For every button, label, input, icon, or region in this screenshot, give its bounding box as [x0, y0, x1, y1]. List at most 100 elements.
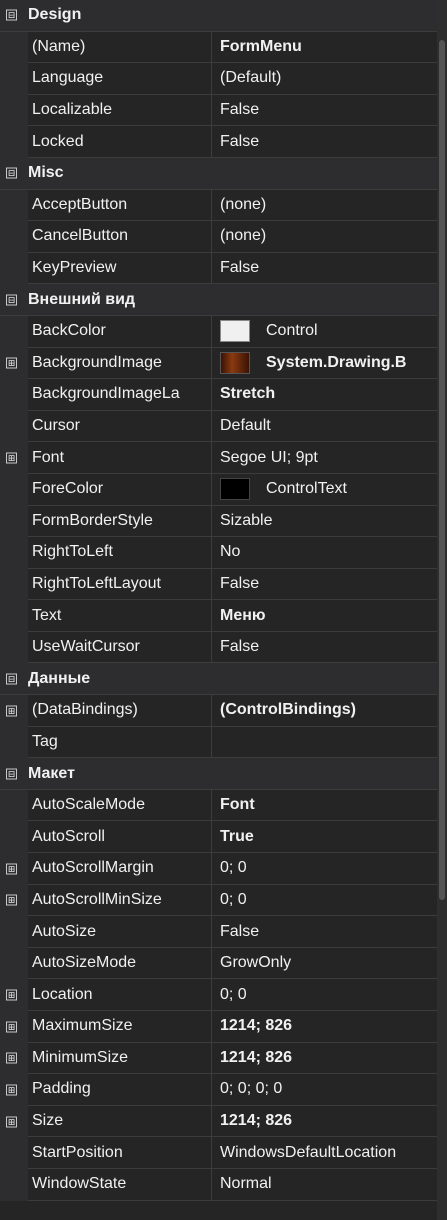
- property-name[interactable]: AutoScrollMinSize: [28, 884, 212, 917]
- property-name[interactable]: UseWaitCursor: [28, 631, 212, 664]
- property-name[interactable]: AutoSizeMode: [28, 947, 212, 980]
- property-row-language[interactable]: Language (Default): [0, 63, 437, 95]
- expand-icon[interactable]: ⊞: [6, 989, 17, 1001]
- property-row-size[interactable]: ⊞ Size 1214; 826: [0, 1105, 437, 1138]
- property-value[interactable]: WindowsDefaultLocation: [212, 1137, 437, 1169]
- property-row-tag[interactable]: Tag: [0, 726, 437, 759]
- property-name[interactable]: AutoScroll: [28, 821, 212, 854]
- property-row-name[interactable]: (Name) FormMenu: [0, 31, 437, 64]
- property-row-autoscrollmargin[interactable]: ⊞ AutoScrollMargin 0; 0: [0, 853, 437, 885]
- property-value[interactable]: (none): [212, 189, 437, 222]
- property-value[interactable]: ControlText: [212, 473, 437, 506]
- property-name[interactable]: RightToLeft: [28, 537, 212, 569]
- property-row-cancelbutton[interactable]: CancelButton (none): [0, 221, 437, 253]
- property-value[interactable]: False: [212, 252, 437, 285]
- property-value[interactable]: Default: [212, 410, 437, 443]
- property-name[interactable]: Language: [28, 63, 212, 95]
- property-row-startposition[interactable]: StartPosition WindowsDefaultLocation: [0, 1137, 437, 1169]
- expand-icon[interactable]: ⊞: [6, 357, 17, 369]
- property-row-cursor[interactable]: Cursor Default: [0, 410, 437, 443]
- property-value[interactable]: GrowOnly: [212, 947, 437, 980]
- property-row-minimumsize[interactable]: ⊞ MinimumSize 1214; 826: [0, 1042, 437, 1075]
- expand-icon[interactable]: ⊞: [6, 1084, 17, 1096]
- property-value[interactable]: False: [212, 94, 437, 127]
- scrollbar-thumb[interactable]: [439, 40, 445, 900]
- collapse-icon[interactable]: ⊟: [6, 9, 17, 21]
- expand-icon[interactable]: ⊞: [6, 894, 17, 906]
- property-row-forecolor[interactable]: ForeColor ControlText: [0, 473, 437, 506]
- property-value[interactable]: 1214; 826: [212, 1105, 437, 1138]
- property-value[interactable]: False: [212, 631, 437, 664]
- property-name[interactable]: Tag: [28, 726, 212, 759]
- property-name[interactable]: FormBorderStyle: [28, 505, 212, 538]
- property-row-usewaitcursor[interactable]: UseWaitCursor False: [0, 631, 437, 664]
- property-row-localizable[interactable]: Localizable False: [0, 94, 437, 127]
- property-row-righttoleftlayout[interactable]: RightToLeftLayout False: [0, 568, 437, 601]
- property-row-backgroundimagela[interactable]: BackgroundImageLa Stretch: [0, 379, 437, 411]
- collapse-icon[interactable]: ⊟: [6, 294, 17, 306]
- vertical-scrollbar[interactable]: [437, 0, 447, 1220]
- property-row-windowstate[interactable]: WindowState Normal: [0, 1168, 437, 1201]
- property-name[interactable]: BackColor: [28, 315, 212, 348]
- property-name[interactable]: Location: [28, 979, 212, 1011]
- category-header-макет[interactable]: ⊟ Макет: [0, 758, 437, 790]
- property-value[interactable]: Меню: [212, 600, 437, 632]
- property-name[interactable]: Locked: [28, 126, 212, 158]
- property-row-font[interactable]: ⊞ Font Segoe UI; 9pt: [0, 442, 437, 474]
- property-row-righttoleft[interactable]: RightToLeft No: [0, 537, 437, 569]
- property-name[interactable]: Padding: [28, 1074, 212, 1106]
- property-name[interactable]: Size: [28, 1105, 212, 1138]
- property-row-maximumsize[interactable]: ⊞ MaximumSize 1214; 826: [0, 1011, 437, 1043]
- property-value[interactable]: 1214; 826: [212, 1011, 437, 1043]
- property-value[interactable]: Sizable: [212, 505, 437, 538]
- property-name[interactable]: StartPosition: [28, 1137, 212, 1169]
- property-name[interactable]: BackgroundImage: [28, 347, 212, 380]
- property-value[interactable]: 0; 0; 0; 0: [212, 1074, 437, 1106]
- property-name[interactable]: (DataBindings): [28, 695, 212, 727]
- property-row-autosize[interactable]: AutoSize False: [0, 916, 437, 948]
- expand-icon[interactable]: ⊞: [6, 452, 17, 464]
- property-name[interactable]: Cursor: [28, 410, 212, 443]
- property-value[interactable]: 1214; 826: [212, 1042, 437, 1075]
- property-row-padding[interactable]: ⊞ Padding 0; 0; 0; 0: [0, 1074, 437, 1106]
- property-name[interactable]: BackgroundImageLa: [28, 379, 212, 411]
- property-name[interactable]: AutoScrollMargin: [28, 853, 212, 885]
- property-name[interactable]: Localizable: [28, 94, 212, 127]
- property-value[interactable]: 0; 0: [212, 884, 437, 917]
- expand-icon[interactable]: ⊞: [6, 1021, 17, 1033]
- property-value[interactable]: False: [212, 126, 437, 158]
- property-name[interactable]: AutoScaleMode: [28, 789, 212, 822]
- property-value[interactable]: 0; 0: [212, 979, 437, 1011]
- property-row-location[interactable]: ⊞ Location 0; 0: [0, 979, 437, 1011]
- property-row-acceptbutton[interactable]: AcceptButton (none): [0, 189, 437, 222]
- property-row-autoscalemode[interactable]: AutoScaleMode Font: [0, 789, 437, 822]
- category-header-внешний-вид[interactable]: ⊟ Внешний вид: [0, 284, 437, 316]
- property-value[interactable]: (none): [212, 221, 437, 253]
- property-row-autosizemode[interactable]: AutoSizeMode GrowOnly: [0, 947, 437, 980]
- property-name[interactable]: MaximumSize: [28, 1011, 212, 1043]
- property-value[interactable]: Stretch: [212, 379, 437, 411]
- property-row-backcolor[interactable]: BackColor Control: [0, 315, 437, 348]
- property-value[interactable]: System.Drawing.B: [212, 347, 437, 380]
- property-row-autoscroll[interactable]: AutoScroll True: [0, 821, 437, 854]
- property-value[interactable]: FormMenu: [212, 31, 437, 64]
- collapse-icon[interactable]: ⊟: [6, 768, 17, 780]
- property-value[interactable]: [212, 726, 437, 759]
- property-value[interactable]: False: [212, 568, 437, 601]
- property-value[interactable]: 0; 0: [212, 853, 437, 885]
- property-name[interactable]: (Name): [28, 31, 212, 64]
- category-header-design[interactable]: ⊟ Design: [0, 0, 437, 32]
- property-row-databindings[interactable]: ⊞ (DataBindings) (ControlBindings): [0, 695, 437, 727]
- property-name[interactable]: AutoSize: [28, 916, 212, 948]
- property-value[interactable]: False: [212, 916, 437, 948]
- collapse-icon[interactable]: ⊟: [6, 167, 17, 179]
- property-name[interactable]: WindowState: [28, 1168, 212, 1201]
- expand-icon[interactable]: ⊞: [6, 705, 17, 717]
- property-name[interactable]: Text: [28, 600, 212, 632]
- property-name[interactable]: RightToLeftLayout: [28, 568, 212, 601]
- property-name[interactable]: MinimumSize: [28, 1042, 212, 1075]
- category-header-misc[interactable]: ⊟ Misc: [0, 157, 437, 190]
- expand-icon[interactable]: ⊞: [6, 863, 17, 875]
- property-value[interactable]: True: [212, 821, 437, 854]
- property-value[interactable]: No: [212, 537, 437, 569]
